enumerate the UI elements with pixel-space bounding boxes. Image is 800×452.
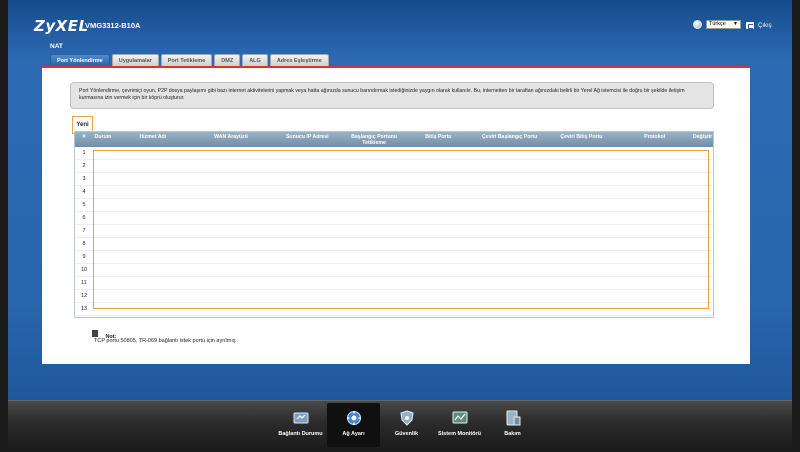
dock-security[interactable]: Güvenlik (380, 403, 433, 447)
row-index: 3 (82, 176, 86, 182)
dock-label: Ağ Ayarı (342, 431, 365, 437)
tab-applications[interactable]: Uygulamalar (111, 54, 159, 66)
row-index: 2 (82, 163, 86, 169)
col-status: Durum (94, 134, 112, 140)
dock-maintenance[interactable]: Bakım (486, 403, 539, 447)
col-server-ip: Sunucu IP Adresi (285, 134, 329, 140)
tab-port-triggering[interactable]: Port Tetikleme (160, 54, 213, 66)
col-start-port: Başlangıç Portunu Tetikleme (351, 134, 397, 146)
dock-label: Bakım (504, 431, 521, 437)
zyxel-logo: ZyXEL (34, 17, 89, 35)
model-name: VMG3312-B10A (85, 21, 141, 30)
description-box: Port Yönlendirme, çevrimiçi oyun, P2P do… (70, 82, 714, 109)
col-protocol: Protokol (644, 134, 666, 140)
dock-label: Güvenlik (394, 431, 419, 437)
dock-label: Sistem Monitörü (437, 431, 482, 437)
logout-label: Çıkış (758, 22, 772, 29)
col-modify: Değiştir (692, 134, 713, 140)
tab-bar: Port Yönlendirme Uygulamalar Port Tetikl… (50, 54, 329, 66)
dropdown-arrow-icon: ▼ (733, 21, 738, 27)
tab-alg[interactable]: ALG (242, 54, 268, 66)
row-index: 6 (82, 215, 86, 221)
tab-dmz[interactable]: DMZ (214, 54, 241, 66)
row-index: 5 (82, 202, 86, 208)
tab-port-forwarding[interactable]: Port Yönlendirme (50, 54, 110, 66)
dock-system-monitor[interactable]: Sistem Monitörü (433, 403, 486, 447)
connection-status-icon (293, 412, 308, 424)
note-icon (92, 330, 98, 338)
row-index: 1 (82, 150, 86, 156)
row-index: 11 (81, 280, 87, 286)
page-title: NAT (50, 43, 63, 50)
tab-address-mapping[interactable]: Adres Eşleştirme (269, 54, 329, 66)
language-select[interactable]: Türkçe ▼ (706, 20, 741, 29)
table-body: 1 2 3 4 5 6 7 8 9 10 11 12 13 (75, 147, 713, 316)
system-monitor-icon (452, 411, 467, 424)
col-service-name: Hizmet Adı (139, 134, 167, 140)
content-panel: Port Yönlendirme, çevrimiçi oyun, P2P do… (42, 66, 750, 364)
col-end-port: Bitiş Portu (425, 134, 452, 140)
maintenance-icon (506, 410, 520, 426)
empty-table-frame (93, 150, 709, 309)
col-translation-end-port: Çeviri Bitiş Portu (560, 134, 603, 140)
dock-network-setting[interactable]: Ağ Ayarı (327, 403, 380, 447)
port-forwarding-table: # Durum Hizmet Adı WAN Arayüzü Sunucu IP… (74, 131, 714, 318)
language-value: Türkçe (709, 21, 726, 27)
row-index: 13 (80, 306, 88, 312)
dock-connection-status[interactable]: Bağlantı Durumu (274, 403, 327, 447)
logout-button[interactable]: Çıkış (746, 22, 772, 29)
row-index: 10 (80, 267, 88, 273)
security-icon (399, 410, 414, 426)
col-wan-interface: WAN Arayüzü (214, 134, 248, 140)
logout-icon (746, 22, 754, 29)
network-setting-icon (346, 411, 361, 425)
row-index: 8 (82, 241, 86, 247)
row-index: 12 (80, 293, 88, 299)
col-index: # (82, 134, 86, 140)
col-translation-start-port: Çeviri Başlangıç Portu (481, 134, 538, 140)
note-text: TCP portu 50805, TR-069 bağlantı istek p… (94, 338, 236, 344)
row-index: 4 (82, 189, 86, 195)
table-header: # Durum Hizmet Adı WAN Arayüzü Sunucu IP… (75, 132, 713, 147)
dock-label: Bağlantı Durumu (278, 431, 323, 437)
language-selector[interactable]: Türkçe ▼ (693, 20, 741, 29)
globe-icon (693, 20, 702, 29)
row-index: 9 (82, 254, 86, 260)
row-index: 7 (82, 228, 86, 234)
bottom-dock: Bağlantı Durumu Ağ Ayarı Güvenlik Sistem… (8, 400, 792, 452)
